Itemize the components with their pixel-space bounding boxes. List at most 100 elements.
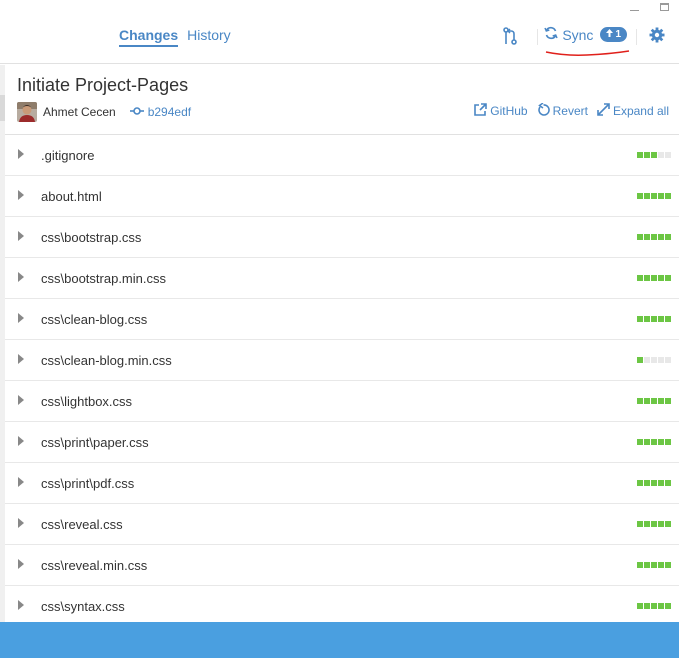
divider <box>537 29 538 45</box>
file-name: css\bootstrap.min.css <box>41 271 166 286</box>
tab-changes[interactable]: Changes <box>119 27 179 47</box>
diff-stat-block <box>651 439 657 445</box>
diff-stat <box>637 316 671 322</box>
github-link-label: GitHub <box>490 104 528 118</box>
caret-right-icon[interactable] <box>18 190 24 200</box>
file-row[interactable]: css\bootstrap.css <box>5 217 679 258</box>
window-controls <box>619 0 679 14</box>
file-name: .gitignore <box>41 148 95 163</box>
maximize-icon[interactable] <box>649 0 679 14</box>
branch-icon[interactable] <box>499 25 521 47</box>
external-link-icon <box>474 103 488 119</box>
header: Changes History Sync 1 <box>0 14 679 64</box>
caret-right-icon[interactable] <box>18 231 24 241</box>
diff-stat-block <box>658 316 664 322</box>
red-underline-annotation <box>545 50 630 56</box>
file-row[interactable]: about.html <box>5 176 679 217</box>
caret-right-icon[interactable] <box>18 518 24 528</box>
diff-stat-block <box>651 562 657 568</box>
arrow-up-icon <box>606 29 614 40</box>
diff-stat <box>637 275 671 281</box>
file-row[interactable]: .gitignore <box>5 135 679 176</box>
sync-button[interactable]: Sync 1 <box>544 26 627 43</box>
diff-stat-block <box>651 316 657 322</box>
diff-stat-block <box>665 275 671 281</box>
caret-right-icon[interactable] <box>18 559 24 569</box>
file-row[interactable]: css\reveal.css <box>5 504 679 545</box>
github-link[interactable]: GitHub <box>474 103 528 119</box>
diff-stat-block <box>665 480 671 486</box>
diff-stat-block <box>665 398 671 404</box>
diff-stat-block <box>658 152 664 158</box>
diff-stat-block <box>651 357 657 363</box>
file-name: css\clean-blog.css <box>41 312 148 327</box>
diff-stat-block <box>665 316 671 322</box>
file-name: about.html <box>41 189 102 204</box>
diff-stat-block <box>637 152 643 158</box>
file-name: css\lightbox.css <box>41 394 133 409</box>
file-row[interactable]: css\bootstrap.min.css <box>5 258 679 299</box>
diff-stat-block <box>658 439 664 445</box>
minimize-icon[interactable] <box>619 0 649 14</box>
diff-stat-block <box>637 275 643 281</box>
commit-actions: GitHub Revert Expand all <box>474 102 669 119</box>
caret-right-icon[interactable] <box>18 149 24 159</box>
diff-stat-block <box>658 275 664 281</box>
file-row[interactable]: css\print\pdf.css <box>5 463 679 504</box>
file-row[interactable]: css\clean-blog.min.css <box>5 340 679 381</box>
diff-stat-block <box>644 521 650 527</box>
sync-badge: 1 <box>600 27 627 42</box>
revert-label: Revert <box>552 104 588 118</box>
diff-stat-block <box>658 480 664 486</box>
diff-stat-block <box>658 398 664 404</box>
status-bar <box>0 622 679 658</box>
commit-sha[interactable]: b294edf <box>129 105 191 119</box>
diff-stat-block <box>637 316 643 322</box>
diff-stat-block <box>644 562 650 568</box>
caret-right-icon[interactable] <box>18 600 24 610</box>
diff-stat-block <box>637 234 643 240</box>
caret-right-icon[interactable] <box>18 313 24 323</box>
caret-right-icon[interactable] <box>18 272 24 282</box>
file-name: css\bootstrap.css <box>41 230 142 245</box>
tab-history[interactable]: History <box>187 27 231 47</box>
caret-right-icon[interactable] <box>18 477 24 487</box>
tab-bar: Changes History <box>119 27 231 47</box>
gear-icon[interactable] <box>648 26 666 44</box>
file-row[interactable]: css\print\paper.css <box>5 422 679 463</box>
diff-stat-block <box>658 234 664 240</box>
diff-stat-block <box>665 603 671 609</box>
diff-stat-block <box>665 357 671 363</box>
divider <box>636 29 637 45</box>
diff-stat-block <box>658 357 664 363</box>
diff-stat <box>637 562 671 568</box>
diff-stat-block <box>637 193 643 199</box>
expand-icon <box>597 103 610 119</box>
diff-stat-block <box>637 398 643 404</box>
diff-stat-block <box>665 521 671 527</box>
expand-all-button[interactable]: Expand all <box>597 103 669 119</box>
commit-icon <box>129 105 144 119</box>
sync-badge-count: 1 <box>615 29 621 40</box>
file-row[interactable]: css\reveal.min.css <box>5 545 679 586</box>
file-row[interactable]: css\clean-blog.css <box>5 299 679 340</box>
diff-stat-block <box>665 439 671 445</box>
caret-right-icon[interactable] <box>18 354 24 364</box>
diff-stat-block <box>658 193 664 199</box>
file-name: css\print\pdf.css <box>41 476 135 491</box>
file-name: css\syntax.css <box>41 599 125 614</box>
file-row[interactable]: css\syntax.css <box>5 586 679 622</box>
diff-stat-block <box>644 439 650 445</box>
diff-stat-block <box>651 398 657 404</box>
expand-all-label: Expand all <box>612 104 669 118</box>
file-row[interactable]: css\lightbox.css <box>5 381 679 422</box>
commit-info: Initiate Project-Pages Ahmet Cecen b294e… <box>5 65 679 135</box>
diff-stat-block <box>644 603 650 609</box>
commit-author: Ahmet Cecen <box>43 105 116 119</box>
caret-right-icon[interactable] <box>18 436 24 446</box>
caret-right-icon[interactable] <box>18 395 24 405</box>
diff-stat-block <box>644 357 650 363</box>
revert-icon <box>537 102 550 119</box>
revert-button[interactable]: Revert <box>537 102 588 119</box>
file-list: .gitignore about.html css\bootstrap.css css… <box>5 135 679 622</box>
